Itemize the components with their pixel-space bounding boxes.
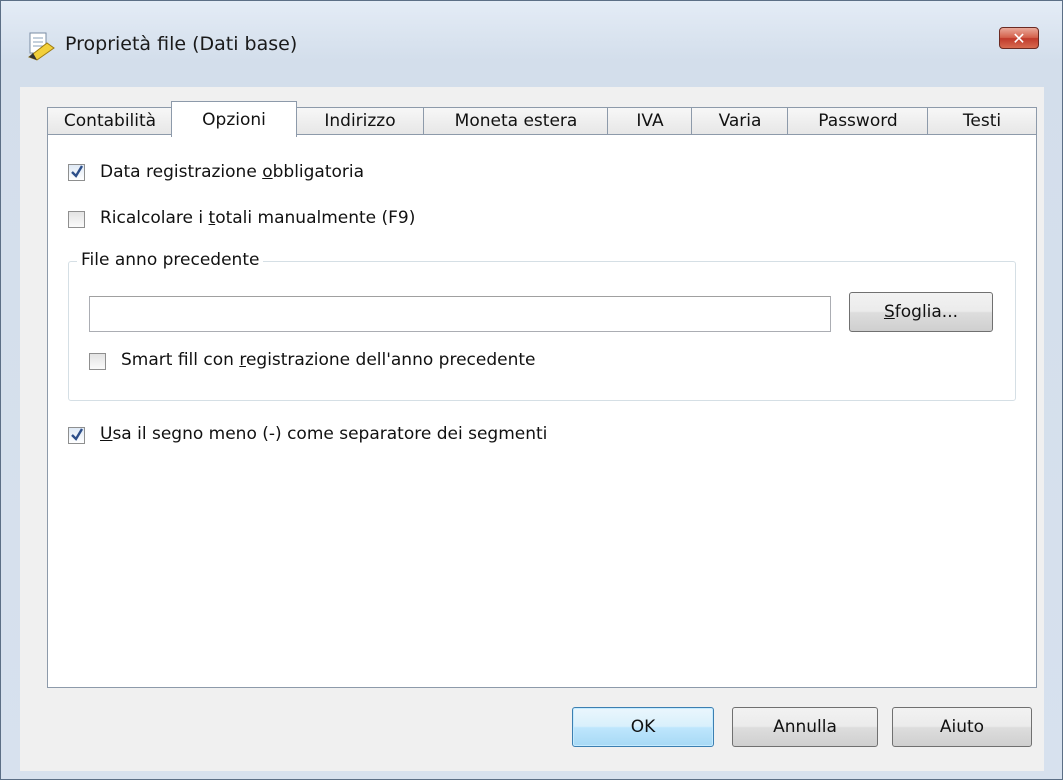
group-legend: File anno precedente [77, 250, 264, 270]
smart-fill-checkbox[interactable] [89, 353, 106, 370]
file-path-input[interactable] [89, 296, 831, 332]
tab-moneta-estera[interactable]: Moneta estera [423, 107, 609, 135]
tab-opzioni[interactable]: Opzioni [171, 101, 297, 137]
tab-password[interactable]: Password [787, 107, 929, 135]
sfoglia-button[interactable]: Sfoglia... [849, 292, 993, 332]
dialog-client-area: Contabilità Opzioni Indirizzo Moneta est… [20, 87, 1044, 771]
smart-fill-label[interactable]: Smart fill con registrazione dell'anno p… [121, 350, 536, 370]
segno-meno-checkbox[interactable] [68, 427, 85, 444]
tab-indirizzo[interactable]: Indirizzo [295, 107, 425, 135]
window-title: Proprietà file (Dati base) [65, 33, 298, 55]
aiuto-button[interactable]: Aiuto [892, 707, 1032, 747]
data-registrazione-label[interactable]: Data registrazione obbligatoria [100, 162, 364, 182]
checkmark-icon [71, 165, 84, 178]
close-button[interactable]: ✕ [999, 27, 1039, 49]
opzioni-panel: Data registrazione obbligatoria Ricalcol… [47, 134, 1037, 688]
tab-contabilita[interactable]: Contabilità [47, 107, 173, 135]
dialog-window: Proprietà file (Dati base) ✕ Contabilità… [0, 0, 1063, 780]
ok-button[interactable]: OK [572, 707, 714, 747]
checkmark-icon [71, 428, 84, 441]
annulla-button[interactable]: Annulla [732, 707, 878, 747]
tab-varia[interactable]: Varia [691, 107, 789, 135]
ricalcolare-totali-checkbox[interactable] [68, 211, 85, 228]
title-bar[interactable]: Proprietà file (Dati base) ✕ [1, 1, 1062, 61]
tab-iva[interactable]: IVA [607, 107, 693, 135]
tab-testi[interactable]: Testi [927, 107, 1037, 135]
app-icon [27, 32, 55, 61]
close-icon: ✕ [1012, 29, 1026, 48]
data-registrazione-checkbox[interactable] [68, 164, 85, 181]
file-anno-precedente-group: File anno precedente Sfoglia... Smart fi… [68, 250, 1016, 401]
tab-strip: Contabilità Opzioni Indirizzo Moneta est… [47, 101, 1037, 137]
segno-meno-label[interactable]: Usa il segno meno (-) come separatore de… [100, 424, 547, 444]
ricalcolare-totali-label[interactable]: Ricalcolare i totali manualmente (F9) [100, 208, 415, 228]
